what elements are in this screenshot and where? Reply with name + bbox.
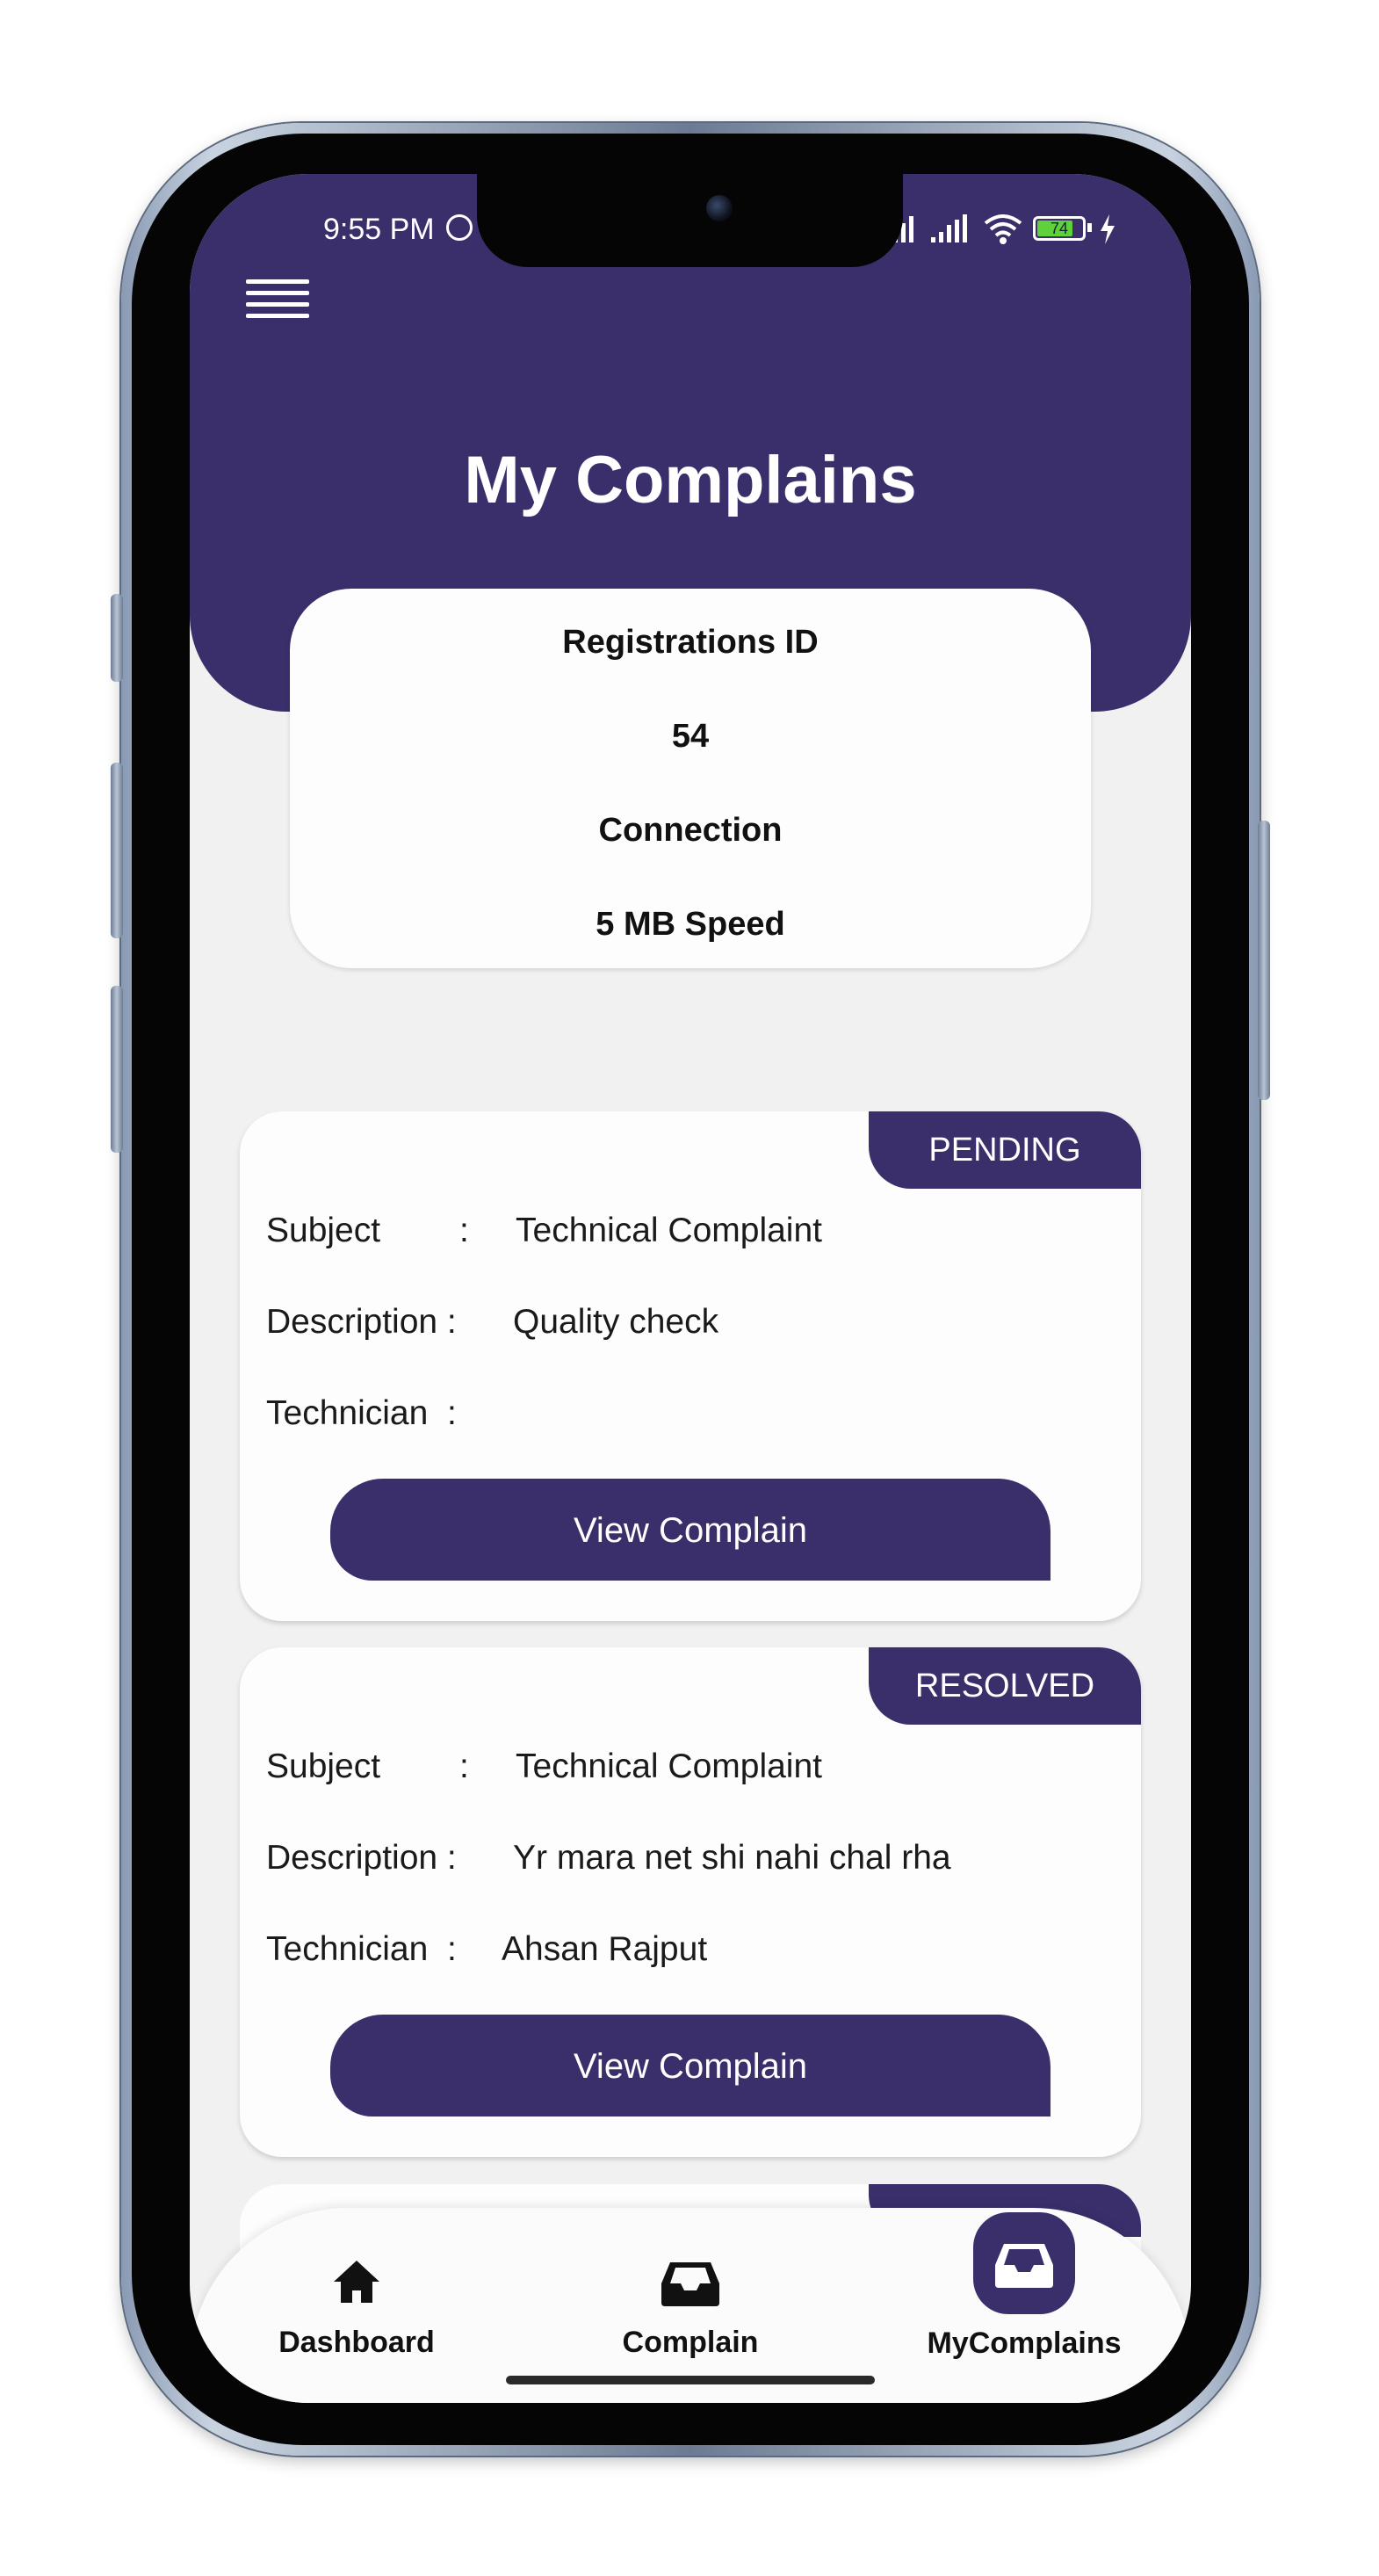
- complaint-card: RESOLVED Subject : Technical Complaint D…: [240, 1647, 1141, 2157]
- status-badge: PENDING: [869, 1111, 1141, 1189]
- description-value: Quality check: [513, 1303, 719, 1341]
- nav-item-mycomplains[interactable]: MyComplains: [892, 2212, 1156, 2361]
- subject-value: Technical Complaint: [516, 1747, 823, 1785]
- registration-value: 54: [671, 718, 710, 755]
- technician-label: Technician :: [266, 1930, 457, 1968]
- signal-icon-2: [931, 214, 967, 242]
- camera-notch: [477, 174, 903, 267]
- technician-value: Ahsan Rajput: [502, 1930, 708, 1968]
- battery-tip: [1087, 223, 1092, 232]
- whatsapp-icon: [446, 214, 473, 241]
- subject-value: Technical Complaint: [516, 1212, 823, 1249]
- view-complain-button[interactable]: View Complain: [330, 1479, 1050, 1581]
- registration-info-card: Registrations ID 54 Connection 5 MB Spee…: [290, 589, 1091, 968]
- inbox-icon: [661, 2262, 719, 2306]
- complaint-card: PENDING Subject : Technical Complaint De…: [240, 1111, 1141, 1621]
- status-badge: RESOLVED: [869, 1647, 1141, 1725]
- app-screen: 9:55 PM 74 My Complains Registrations ID…: [190, 174, 1191, 2403]
- battery-level: 74: [1050, 220, 1069, 237]
- technician-label: Technician :: [266, 1394, 457, 1432]
- status-time: 9:55 PM: [323, 213, 435, 246]
- status-icons: 74: [884, 213, 1147, 248]
- active-nav-bubble: [973, 2212, 1075, 2314]
- charging-icon: [1101, 214, 1115, 244]
- volume-down-button: [111, 986, 123, 1153]
- volume-up-button: [111, 763, 123, 938]
- nav-item-dashboard[interactable]: Dashboard: [225, 2234, 488, 2360]
- subject-label: Subject: [266, 1212, 381, 1249]
- nav-label-dashboard: Dashboard: [278, 2326, 435, 2359]
- description-label: Description :: [266, 1303, 457, 1341]
- hamburger-menu-icon[interactable]: [246, 279, 309, 327]
- view-complain-button[interactable]: View Complain: [330, 2015, 1050, 2117]
- description-value: Yr mara net shi nahi chal rha: [513, 1839, 951, 1877]
- page-title: My Complains: [464, 443, 917, 517]
- mute-switch: [111, 594, 123, 682]
- subject-colon: :: [459, 1747, 469, 1785]
- home-indicator: [506, 2376, 875, 2384]
- battery-icon: 74: [1033, 216, 1086, 241]
- nav-label-mycomplains: MyComplains: [927, 2326, 1122, 2360]
- connection-value: 5 MB Speed: [596, 906, 785, 943]
- power-button: [1258, 821, 1270, 1100]
- subject-colon: :: [459, 1212, 469, 1249]
- registration-label: Registrations ID: [562, 624, 819, 661]
- wifi-icon: [984, 214, 1022, 244]
- nav-item-complain[interactable]: Complain: [559, 2234, 822, 2360]
- inbox-icon: [995, 2244, 1053, 2288]
- front-camera: [706, 195, 733, 221]
- nav-label-complain: Complain: [622, 2326, 759, 2359]
- home-icon: [334, 2261, 379, 2303]
- connection-label: Connection: [598, 812, 783, 849]
- description-label: Description :: [266, 1839, 457, 1877]
- subject-label: Subject: [266, 1747, 381, 1785]
